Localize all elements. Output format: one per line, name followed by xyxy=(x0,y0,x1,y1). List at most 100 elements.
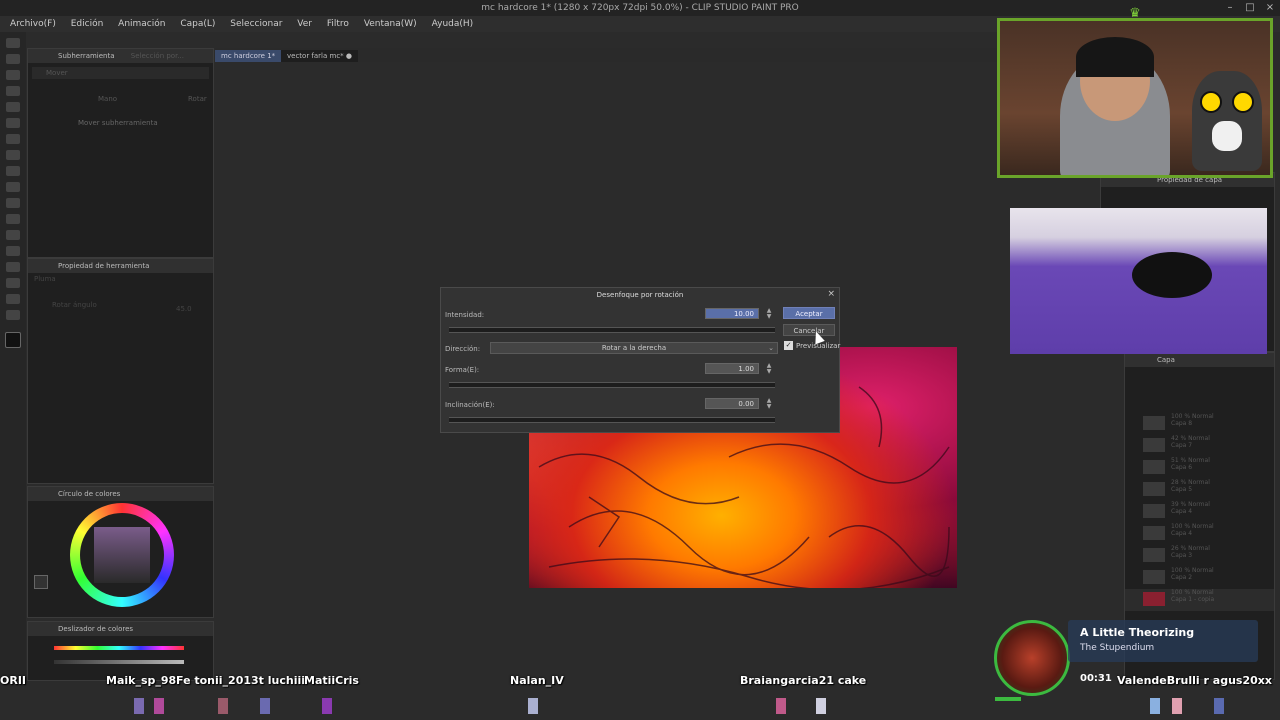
menu-animacion[interactable]: Animación xyxy=(112,16,171,32)
chevron-down-icon: ⌄ xyxy=(768,344,774,352)
layer-name: Capa 7 xyxy=(1171,442,1193,449)
tilt-slider[interactable] xyxy=(449,417,775,423)
fill-tool-icon[interactable] xyxy=(6,214,20,224)
balloon-tool-icon[interactable] xyxy=(6,294,20,304)
operation-tool-icon[interactable] xyxy=(6,70,20,80)
shape-input[interactable]: 1.00 xyxy=(705,363,759,374)
layer-row[interactable]: 26 % Normal Capa 3 xyxy=(1125,545,1274,567)
streamer-webcam xyxy=(997,18,1273,178)
shape-slider[interactable] xyxy=(449,382,775,388)
layer-row[interactable]: 39 % Normal Capa 4 xyxy=(1125,501,1274,523)
layer-name: Capa 1 - copia xyxy=(1171,596,1215,603)
tilt-spinner-icon[interactable]: ▲ ▼ xyxy=(765,398,773,410)
saturation-slider[interactable] xyxy=(54,660,184,664)
subtool-description: Mover subherramienta xyxy=(78,119,158,127)
eraser-tool-icon[interactable] xyxy=(6,182,20,192)
move-tool-icon[interactable] xyxy=(6,38,20,48)
layer-row[interactable]: 100 % Normal Capa 4 xyxy=(1125,523,1274,545)
layer-row[interactable]: 42 % Normal Capa 7 xyxy=(1125,435,1274,457)
eyedropper-tool-icon[interactable] xyxy=(6,102,20,112)
blend-tool-icon[interactable] xyxy=(6,198,20,208)
hand-label: Mano xyxy=(98,95,118,103)
text-tool-icon[interactable] xyxy=(6,278,20,288)
layers-title: Capa xyxy=(1157,356,1175,364)
song-timer: 00:31 xyxy=(1080,673,1112,684)
mascot-muzzle xyxy=(1212,121,1242,151)
selection-tool-icon[interactable] xyxy=(6,86,20,96)
direction-value: Rotar a la derecha xyxy=(601,344,667,352)
accept-button[interactable]: Aceptar xyxy=(783,307,835,319)
ruler-tool-icon[interactable] xyxy=(6,310,20,320)
chat-name: ORII xyxy=(0,674,27,687)
layer-row[interactable]: 100 % Normal Capa 2 xyxy=(1125,567,1274,589)
menu-ayuda[interactable]: Ayuda(H) xyxy=(426,16,480,32)
brush-tool-icon[interactable] xyxy=(6,150,20,160)
preview-checkbox[interactable]: ✓ xyxy=(784,341,793,350)
menu-filtro[interactable]: Filtro xyxy=(321,16,355,32)
dialog-close-icon[interactable]: × xyxy=(827,289,835,299)
layer-thumbnail xyxy=(1143,482,1165,496)
figure-tool-icon[interactable] xyxy=(6,246,20,256)
intensity-spinner-icon[interactable]: ▲ ▼ xyxy=(765,308,773,320)
airbrush-tool-icon[interactable] xyxy=(6,166,20,176)
rotation-blur-dialog: Desenfoque por rotación × Intensidad: 10… xyxy=(440,287,840,433)
zoom-tool-icon[interactable] xyxy=(6,54,20,64)
intensity-label: Intensidad: xyxy=(445,311,485,319)
tilt-input[interactable]: 0.00 xyxy=(705,398,759,409)
layer-opacity: 42 % Normal xyxy=(1171,435,1210,442)
subtool-panel-header: Subherramienta Selección por... xyxy=(28,49,213,63)
main-color-swatch[interactable] xyxy=(5,332,21,348)
direction-select[interactable]: Rotar a la derecha ⌄ xyxy=(490,342,778,354)
layer-name: Capa 3 xyxy=(1171,552,1193,559)
frame-tool-icon[interactable] xyxy=(6,262,20,272)
color-square[interactable] xyxy=(94,527,150,583)
layer-row[interactable]: 51 % Normal Capa 6 xyxy=(1125,457,1274,479)
layer-name: Capa 4 xyxy=(1171,530,1193,537)
chat-avatar xyxy=(322,698,332,714)
pen-tool-icon[interactable] xyxy=(6,118,20,128)
menu-ventana[interactable]: Ventana(W) xyxy=(358,16,423,32)
canvas-tab-bar: mc hardcore 1* vector farla mc* ● xyxy=(215,48,1095,62)
song-title: A Little Theorizing xyxy=(1080,626,1195,639)
tab-mc-hardcore[interactable]: mc hardcore 1* xyxy=(215,50,282,62)
layer-opacity: 26 % Normal xyxy=(1171,545,1210,552)
cancel-button[interactable]: Cancelar xyxy=(783,324,835,336)
minimize-icon[interactable]: – xyxy=(1222,2,1238,14)
layer-row[interactable]: 28 % Normal Capa 5 xyxy=(1125,479,1274,501)
pencil-tool-icon[interactable] xyxy=(6,134,20,144)
subtool-group-label: Mover xyxy=(46,69,68,77)
menu-seleccionar[interactable]: Seleccionar xyxy=(224,16,288,32)
layer-name: Capa 2 xyxy=(1171,574,1193,581)
subtool-tab-2[interactable]: Selección por... xyxy=(131,52,184,60)
main-color-chip[interactable] xyxy=(34,575,48,589)
window-title: mc hardcore 1* (1280 x 720px 72dpi 50.0%… xyxy=(481,3,799,13)
color-slider-title: Deslizador de colores xyxy=(58,625,134,633)
tab-vector-farla[interactable]: vector farla mc* ● xyxy=(281,50,359,62)
menu-ver[interactable]: Ver xyxy=(291,16,318,32)
intensity-slider[interactable] xyxy=(449,327,775,333)
close-icon[interactable]: × xyxy=(1262,2,1278,14)
color-circle-panel: Círculo de colores xyxy=(27,486,214,618)
tool-property-header: Propiedad de herramienta xyxy=(28,259,213,273)
layer-row[interactable]: 100 % Normal Capa 8 xyxy=(1125,413,1274,435)
menu-edicion[interactable]: Edición xyxy=(65,16,110,32)
layer-thumbnail xyxy=(1143,570,1165,584)
layer-name: Capa 5 xyxy=(1171,486,1193,493)
streamer-headphones xyxy=(1076,37,1154,77)
gradient-tool-icon[interactable] xyxy=(6,230,20,240)
mascot-eye-left xyxy=(1200,91,1222,113)
chat-avatar xyxy=(154,698,164,714)
subtool-panel-title: Subherramienta xyxy=(58,52,115,60)
intensity-input[interactable]: 10.00 xyxy=(705,308,759,319)
chat-avatar xyxy=(260,698,270,714)
menu-capa[interactable]: Capa(L) xyxy=(174,16,221,32)
tool-property-field2: Rotar ángulo xyxy=(52,301,97,309)
subtool-group-item[interactable]: Mover xyxy=(32,67,209,79)
tool-property-value[interactable]: 45.0 xyxy=(176,305,192,313)
hue-slider[interactable] xyxy=(54,646,184,650)
menu-archivo[interactable]: Archivo(F) xyxy=(0,16,62,32)
layers-header: Capa xyxy=(1125,353,1274,367)
maximize-icon[interactable]: □ xyxy=(1242,2,1258,14)
shape-spinner-icon[interactable]: ▲ ▼ xyxy=(765,363,773,375)
layer-row-selected[interactable]: 100 % Normal Capa 1 - copia xyxy=(1125,589,1274,611)
